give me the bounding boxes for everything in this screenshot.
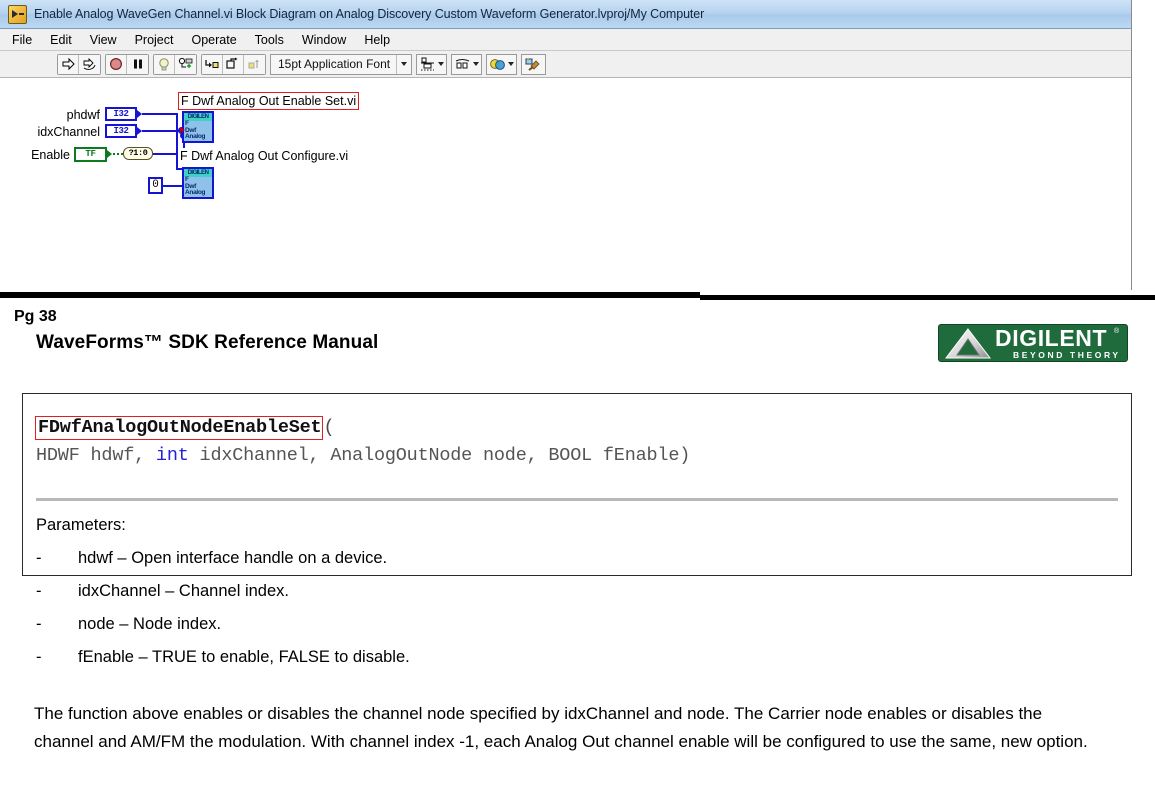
parameter-bullet: - xyxy=(36,615,42,633)
block-diagram: phdwf I32 idxChannel I32 Enable TF ?1:0 xyxy=(0,79,400,239)
font-selector-label: 15pt Application Font xyxy=(278,56,391,71)
abort-execution-icon[interactable] xyxy=(106,54,127,74)
subvi-analog-out-enable-set[interactable]: DIGILEN F Dwf Analog xyxy=(182,111,214,143)
font-selector[interactable]: 15pt Application Font xyxy=(270,53,413,75)
run-arrow-icon[interactable] xyxy=(58,54,79,74)
window-titlebar[interactable]: Enable Analog WaveGen Channel.vi Block D… xyxy=(0,0,1131,29)
subvi-error-arrow-icon xyxy=(180,127,185,133)
pause-icon[interactable] xyxy=(127,54,148,74)
function-open-paren: ( xyxy=(323,417,335,438)
parameter-row-fenable: - fEnable – TRUE to enable, FALSE to disa… xyxy=(36,648,410,667)
signature-prefix: HDWF hdwf, xyxy=(36,445,156,466)
subvi-icon-line-3: Analog xyxy=(185,133,206,140)
terminal-label-phdwf: phdwf xyxy=(66,108,100,122)
distribute-objects-icon xyxy=(455,58,470,68)
chevron-down-icon[interactable] xyxy=(396,54,411,74)
chevron-down-icon[interactable] xyxy=(508,62,515,66)
signature-suffix: idxChannel, AnalogOutNode node, BOOL fEn… xyxy=(188,445,691,466)
boolean-to-number-label: ?1:0 xyxy=(128,148,148,158)
function-name: FDwfAnalogOutNodeEnableSet xyxy=(35,416,324,440)
wire-enable-dashed xyxy=(113,153,123,155)
parameter-row-hdwf: - hdwf – Open interface handle on a devic… xyxy=(36,549,387,568)
wire-constant-zero xyxy=(163,184,184,187)
chevron-down-icon[interactable] xyxy=(473,62,480,66)
parameter-text: node – Node index. xyxy=(78,615,222,633)
parameter-text: hdwf – Open interface handle on a device… xyxy=(78,549,388,567)
parameter-row-idxchannel: - idxChannel – Channel index. xyxy=(36,582,289,601)
step-over-icon[interactable] xyxy=(223,54,244,74)
highlight-execution-bulb-icon[interactable] xyxy=(154,54,175,74)
window-title: Enable Analog WaveGen Channel.vi Block D… xyxy=(34,7,705,21)
terminal-idxchannel-type: I32 xyxy=(113,126,129,136)
terminal-enable-type: TF xyxy=(85,149,96,159)
retain-wire-values-icon[interactable] xyxy=(175,54,196,74)
step-out-icon[interactable] xyxy=(244,54,265,74)
menubar: File Edit View Project Operate Tools Win… xyxy=(0,29,1131,51)
parameter-bullet: - xyxy=(36,549,42,567)
distribute-objects-dropdown[interactable] xyxy=(451,53,483,75)
clean-up-diagram-icon xyxy=(525,57,540,71)
page-number: Pg 38 xyxy=(14,308,57,325)
parameters-heading: Parameters: xyxy=(36,516,126,534)
menu-view[interactable]: View xyxy=(90,33,117,47)
parameter-bullet: - xyxy=(36,582,42,600)
subvi-analog-out-configure[interactable]: DIGILEN F Dwf Analog xyxy=(182,167,214,199)
page-title: WaveForms™ SDK Reference Manual xyxy=(36,332,379,353)
function-name-row: FDwfAnalogOutNodeEnableSet ( xyxy=(35,416,335,440)
menu-edit[interactable]: Edit xyxy=(50,33,72,47)
registered-mark: ® xyxy=(1114,328,1120,335)
digilent-logo: DIGILENT ® BEYOND THEORY xyxy=(938,324,1128,362)
menu-window[interactable]: Window xyxy=(302,33,346,47)
chevron-down-icon[interactable] xyxy=(438,62,445,66)
terminal-enable-arrow-icon xyxy=(107,150,112,158)
menu-project[interactable]: Project xyxy=(135,33,174,47)
digilent-tagline: BEYOND THEORY xyxy=(1013,350,1121,360)
menu-help[interactable]: Help xyxy=(364,33,390,47)
document-page: Pg 38 WaveForms™ SDK Reference Manual DI… xyxy=(0,300,1155,796)
menu-tools[interactable]: Tools xyxy=(255,33,284,47)
step-into-icon[interactable] xyxy=(202,54,223,74)
horizontal-rule xyxy=(36,498,1118,501)
align-objects-icon xyxy=(421,57,435,70)
step-group xyxy=(201,53,266,75)
reorder-icon xyxy=(490,58,505,70)
description-paragraph: The function above enables or disables t… xyxy=(34,704,1088,751)
block-diagram-canvas[interactable]: phdwf I32 idxChannel I32 Enable TF ?1:0 xyxy=(0,79,1131,290)
digilent-triangle-icon xyxy=(945,328,991,359)
run-controls-group xyxy=(57,53,101,75)
terminal-phdwf[interactable]: I32 xyxy=(105,107,137,121)
terminal-idxchannel[interactable]: I32 xyxy=(105,124,137,138)
page-divider-left xyxy=(0,292,700,298)
numeric-constant-zero[interactable]: 0 xyxy=(148,177,163,194)
terminal-phdwf-type: I32 xyxy=(113,109,129,119)
parameter-row-node: - node – Node index. xyxy=(36,615,221,634)
wire-phdwf xyxy=(142,112,178,115)
terminal-enable[interactable]: TF xyxy=(74,147,107,162)
signature-keyword-int: int xyxy=(155,445,189,466)
clean-up-diagram-button[interactable] xyxy=(521,53,547,75)
menu-operate[interactable]: Operate xyxy=(191,33,236,47)
toolbar: 15pt Application Font xyxy=(0,51,1131,78)
subvi-icon-line-3b: Analog xyxy=(185,189,206,196)
labview-vi-icon xyxy=(8,4,27,24)
menu-file[interactable]: File xyxy=(12,33,32,47)
boolean-to-number-node[interactable]: ?1:0 xyxy=(123,147,153,160)
digilent-wordmark: DIGILENT xyxy=(995,325,1108,351)
run-continuously-icon[interactable] xyxy=(79,54,100,74)
parameter-bullet: - xyxy=(36,648,42,666)
parameter-text: fEnable – TRUE to enable, FALSE to disab… xyxy=(78,648,410,666)
debug-group xyxy=(153,53,197,75)
abort-pause-group xyxy=(105,53,149,75)
labview-block-diagram-window: Enable Analog WaveGen Channel.vi Block D… xyxy=(0,0,1132,290)
subvi-label-configure: F Dwf Analog Out Configure.vi xyxy=(178,148,351,164)
align-objects-dropdown[interactable] xyxy=(416,53,448,75)
terminal-label-enable: Enable xyxy=(31,148,70,162)
subvi-label-enable-set: F Dwf Analog Out Enable Set.vi xyxy=(178,92,360,110)
function-signature: HDWF hdwf, int idxChannel, AnalogOutNode… xyxy=(36,445,690,466)
reorder-dropdown[interactable] xyxy=(486,53,518,75)
terminal-label-idxchannel: idxChannel xyxy=(37,125,100,139)
function-reference-box: FDwfAnalogOutNodeEnableSet ( HDWF hdwf, … xyxy=(22,393,1132,666)
parameter-text: idxChannel – Channel index. xyxy=(78,582,289,600)
numeric-constant-value: 0 xyxy=(152,179,159,191)
